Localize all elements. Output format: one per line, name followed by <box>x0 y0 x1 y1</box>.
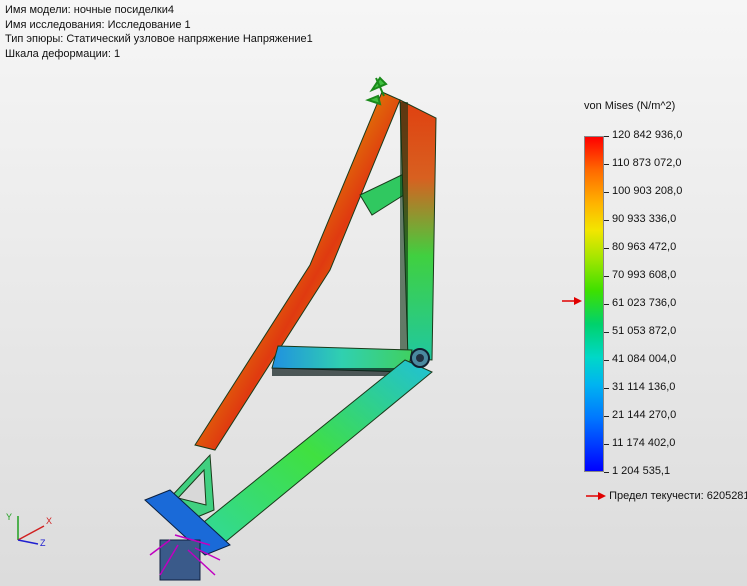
legend-tick-label: 11 174 402,0 <box>612 437 676 449</box>
coordinate-triad-icon: Y X Z <box>6 512 52 548</box>
legend-tick <box>604 136 609 137</box>
color-scale-bar <box>584 136 604 472</box>
legend-tick-label: 80 963 472,0 <box>612 241 677 253</box>
legend-tick-label: 51 053 872,0 <box>612 325 677 337</box>
legend-tick-label: 61 023 736,0 <box>612 297 677 309</box>
triad-y-label: Y <box>6 512 12 522</box>
legend-tick-label: 90 933 336,0 <box>612 213 677 225</box>
legend-tick <box>604 416 609 417</box>
legend-tick <box>604 360 609 361</box>
legend-tick <box>604 220 609 221</box>
legend-tick <box>604 248 609 249</box>
legend-tick <box>604 444 609 445</box>
legend-tick-label: 1 204 535,1 <box>612 465 671 477</box>
legend-tick-label: 110 873 072,0 <box>612 157 682 169</box>
yield-strength: Предел текучести: 62052815.6 <box>586 490 747 502</box>
arrow-marker-icon <box>586 492 606 501</box>
legend-tick <box>604 192 609 193</box>
legend-tick-label: 120 842 936,0 <box>612 129 683 141</box>
legend-tick <box>604 388 609 389</box>
legend-tick-label: 31 114 136,0 <box>612 381 676 393</box>
legend-title: von Mises (N/m^2) <box>584 100 676 112</box>
legend-tick-label: 70 993 608,0 <box>612 269 677 281</box>
frame-lower-member <box>193 359 433 549</box>
triad-z-label: Z <box>40 538 46 548</box>
yield-label: Предел текучести: 62052815.6 <box>609 490 747 502</box>
legend-tick <box>604 304 609 305</box>
legend-tick <box>604 332 609 333</box>
legend-tick <box>604 472 609 473</box>
legend-tick <box>604 276 609 277</box>
triad-x-label: X <box>46 516 52 526</box>
legend-tick-label: 41 084 004,0 <box>612 353 677 365</box>
legend-tick <box>604 164 609 165</box>
legend-tick-label: 21 144 270,0 <box>612 409 677 421</box>
legend-tick-label: 100 903 208,0 <box>612 185 683 197</box>
